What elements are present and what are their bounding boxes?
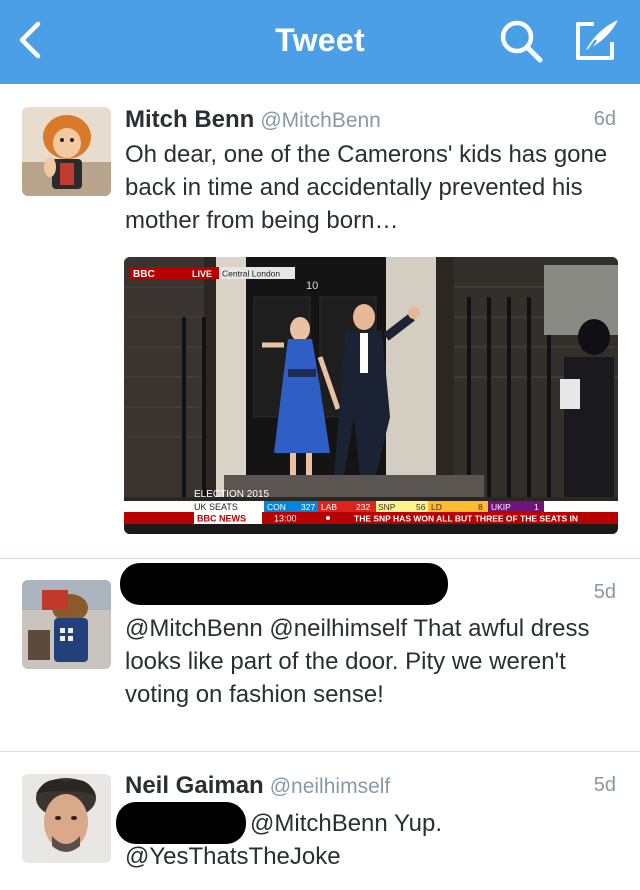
party-snp: SNP (378, 502, 396, 512)
redacted-author-name (120, 563, 448, 605)
party-ukip-seats: 1 (534, 502, 539, 512)
avatar[interactable] (22, 774, 111, 863)
uk-seats-label: UK SEATS (194, 502, 238, 512)
timestamp: 6d (593, 108, 616, 130)
author-name-text: Neil Gaiman (125, 772, 264, 799)
author-name[interactable]: Mitch Benn @MitchBenn (125, 106, 381, 134)
compose-button[interactable] (572, 16, 622, 64)
party-lab-seats: 232 (356, 502, 370, 512)
author-handle: @neilhimself (269, 775, 391, 798)
avatar[interactable] (22, 580, 111, 669)
timestamp: 5d (593, 581, 616, 603)
bbc-news-label: BBC NEWS (197, 514, 246, 524)
author-name-text: Mitch Benn (125, 106, 255, 133)
tweet-item[interactable]: 5d @MitchBenn @neilhimself That awful dr… (0, 559, 640, 751)
tweet-text: Oh dear, one of the Camerons' kids has g… (125, 141, 608, 234)
navigation-bar: Tweet (0, 0, 640, 84)
party-snp-seats: 56 (416, 502, 426, 512)
location-caption: Central London (222, 269, 280, 279)
tweet-item[interactable]: Neil Gaiman @neilhimself 5d @MitchBenn Yu… (0, 752, 640, 890)
door-number: 10 (306, 280, 318, 292)
party-ld-seats: 8 (478, 502, 483, 512)
tweet-text-line2: @YesThatsTheJoke (125, 843, 341, 870)
author-handle: @MitchBenn (260, 109, 381, 132)
timestamp: 5d (593, 774, 616, 796)
bbc-logo: BBC (133, 269, 155, 280)
author-name[interactable]: Neil Gaiman @neilhimself (125, 772, 390, 800)
party-ukip: UKIP (491, 502, 511, 512)
tweet-item[interactable]: Mitch Benn @MitchBenn 6d Oh dear, one of … (0, 84, 640, 558)
search-button[interactable] (498, 18, 546, 64)
news-ticker: THE SNP HAS WON ALL BUT THREE OF THE SEA… (354, 514, 578, 524)
search-icon (500, 20, 543, 63)
election-label: ELECTION 2015 (194, 489, 269, 500)
tweet-media-image[interactable]: BBC LIVE Central London 10 ELECTION 2015… (124, 257, 618, 534)
tweet-text-line1: @MitchBenn Yup. (250, 810, 443, 837)
avatar[interactable] (22, 107, 111, 196)
party-lab: LAB (321, 502, 337, 512)
party-con: CON (267, 502, 286, 512)
live-badge: LIVE (192, 269, 212, 279)
compose-icon (576, 20, 618, 60)
party-con-seats: 327 (301, 502, 315, 512)
tweet-text: @MitchBenn @neilhimself That awful dress… (125, 615, 590, 708)
redacted-mention (116, 802, 246, 844)
party-ld: LD (431, 502, 442, 512)
clock: 13:00 (274, 514, 297, 524)
